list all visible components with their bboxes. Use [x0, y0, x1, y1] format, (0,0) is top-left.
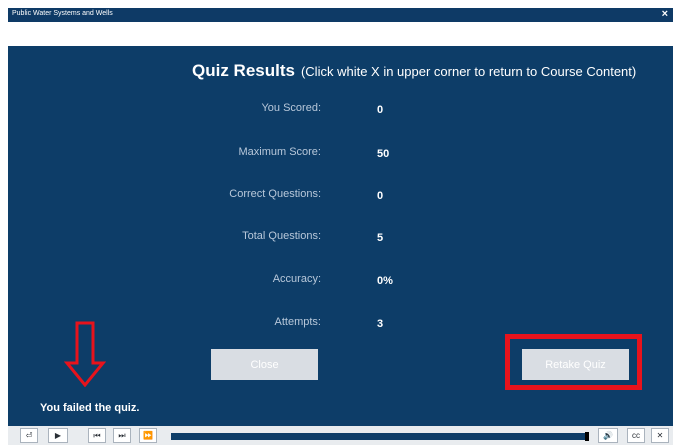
- window-titlebar: Public Water Systems and Wells ×: [8, 8, 673, 22]
- fail-message: You failed the quiz.: [40, 402, 140, 414]
- quiz-results-heading: Quiz Results: [192, 61, 295, 80]
- total-questions-value: 5: [377, 232, 384, 244]
- attempts-label: Attempts:: [274, 316, 321, 328]
- progress-bar[interactable]: [171, 432, 589, 441]
- next-button[interactable]: ⏭: [113, 428, 131, 443]
- window-title: Public Water Systems and Wells: [12, 10, 113, 17]
- player-controls-bar: ⏎ ▶ ⏮ ⏭ ⏩ 🔊 cc ✕: [8, 426, 673, 445]
- exit-button[interactable]: ✕: [651, 428, 669, 443]
- down-arrow-icon: [64, 321, 106, 387]
- volume-button[interactable]: 🔊: [598, 428, 618, 443]
- table-of-contents-button[interactable]: ⏎: [20, 428, 38, 443]
- fast-forward-button[interactable]: ⏩: [139, 428, 157, 443]
- correct-questions-label: Correct Questions:: [229, 188, 321, 200]
- quiz-title: Quiz Results (Click white X in upper corn…: [192, 61, 636, 81]
- retake-highlight-box: [505, 334, 642, 390]
- attempts-value: 3: [377, 318, 384, 330]
- correct-questions-value: 0: [377, 190, 384, 202]
- progress-fill: [171, 433, 589, 440]
- closed-captions-button[interactable]: cc: [627, 428, 645, 443]
- progress-handle[interactable]: [585, 432, 589, 441]
- quiz-instruction: (Click white X in upper corner to return…: [300, 64, 637, 79]
- score-label: You Scored:: [261, 102, 321, 114]
- play-button[interactable]: ▶: [48, 428, 68, 443]
- accuracy-value: 0%: [377, 275, 393, 287]
- accuracy-label: Accuracy:: [272, 273, 321, 285]
- close-button[interactable]: Close: [211, 349, 318, 380]
- maximum-score-label: Maximum Score:: [238, 146, 321, 158]
- score-value: 0: [377, 104, 384, 116]
- previous-button[interactable]: ⏮: [88, 428, 106, 443]
- maximum-score-value: 50: [377, 148, 390, 160]
- close-window-icon[interactable]: ×: [662, 8, 668, 20]
- window-header-bar: [8, 22, 673, 46]
- quiz-results-slide: Quiz Results (Click white X in upper corn…: [8, 46, 673, 426]
- total-questions-label: Total Questions:: [242, 230, 321, 242]
